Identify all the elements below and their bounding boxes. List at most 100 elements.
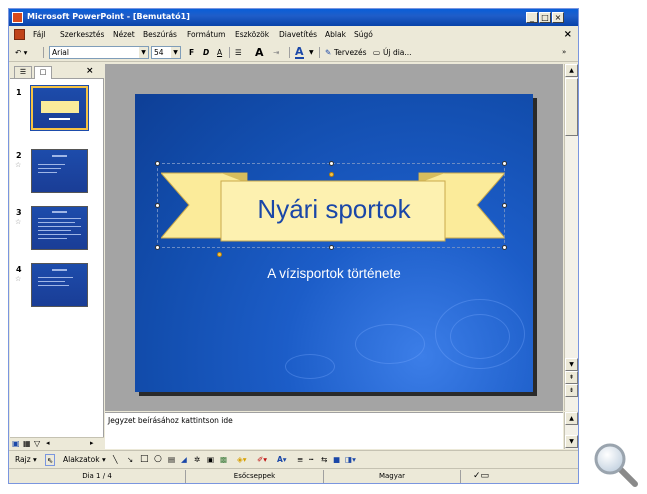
scroll-down-icon[interactable]: ▼ <box>565 435 578 448</box>
new-slide-button[interactable]: Új dia... <box>383 46 412 59</box>
resize-handle[interactable] <box>155 161 160 166</box>
scroll-up-icon[interactable]: ▲ <box>565 64 578 77</box>
adjust-handle[interactable] <box>329 172 334 177</box>
3d-style-icon[interactable]: ◨▾ <box>345 454 356 465</box>
oval-tool-icon[interactable]: ○ <box>154 454 162 465</box>
rectangle-tool-icon[interactable]: □ <box>140 454 149 465</box>
toolbar-separator <box>229 47 230 58</box>
thumbnail-line <box>38 285 69 286</box>
normal-view-icon[interactable]: ▣ <box>12 439 20 448</box>
magnifier-icon[interactable] <box>591 440 641 490</box>
underline-button[interactable]: A <box>217 46 222 59</box>
font-color-icon[interactable]: A▾ <box>277 454 287 465</box>
autoshapes-menu-button[interactable]: Alakzatok ▾ <box>63 454 106 465</box>
close-button[interactable]: × <box>552 12 564 23</box>
menu-tools[interactable]: Eszközök <box>235 30 269 39</box>
draw-menu-button[interactable]: Rajz ▾ <box>15 454 37 465</box>
arrow-style-icon[interactable]: ⇆ <box>321 454 327 465</box>
clipart-tool-icon[interactable]: ▣ <box>207 454 214 465</box>
slide-subtitle[interactable]: A vízisportok története <box>135 266 533 281</box>
picture-tool-icon[interactable]: ▩ <box>220 454 227 465</box>
menu-slideshow[interactable]: Diavetítés <box>279 30 317 39</box>
indent-button[interactable]: ⇥ <box>273 46 279 59</box>
new-slide-icon[interactable]: ▭ <box>373 46 380 59</box>
menu-help[interactable]: Súgó <box>354 30 373 39</box>
shadow-style-icon[interactable]: ■ <box>333 454 340 465</box>
design-button[interactable]: Tervezés <box>334 46 367 59</box>
chevron-down-icon[interactable]: ▼ <box>309 46 314 59</box>
vertical-scrollbar[interactable]: ▲ ▼ ⇞ ⇟ <box>564 64 578 411</box>
menu-file[interactable]: Fájl <box>33 30 45 39</box>
document-close-icon[interactable]: × <box>564 29 572 40</box>
menu-edit[interactable]: Szerkesztés <box>60 30 104 39</box>
scroll-up-icon[interactable]: ▲ <box>565 412 578 425</box>
resize-handle[interactable] <box>155 245 160 250</box>
slide-thumbnail-1[interactable] <box>30 85 89 131</box>
undo-button[interactable]: ↶ ▾ <box>15 46 27 59</box>
increase-font-button[interactable]: A <box>255 46 264 59</box>
thumbnail-line <box>38 218 81 219</box>
notes-placeholder[interactable]: Jegyzet beírásához kattintson ide <box>108 416 233 425</box>
water-ripple <box>285 354 335 379</box>
scroll-down-icon[interactable]: ▼ <box>565 358 578 371</box>
thumbnail-line <box>38 281 65 282</box>
slide-title[interactable]: Nyári sportok <box>221 184 447 234</box>
font-size-select[interactable]: 54 ▼ <box>151 46 181 59</box>
scrollbar-thumb[interactable] <box>565 78 578 136</box>
restore-button[interactable]: □ <box>539 12 551 23</box>
resize-handle[interactable] <box>502 245 507 250</box>
notes-pane[interactable]: Jegyzet beírásához kattintson ide <box>105 412 563 449</box>
next-slide-icon[interactable]: ⇟ <box>565 384 578 397</box>
powerpoint-app-icon <box>12 12 23 23</box>
notes-scrollbar[interactable]: ▲ ▼ <box>564 412 578 449</box>
scroll-right-icon[interactable]: ▸ <box>90 439 94 447</box>
line-tool-icon[interactable]: ╲ <box>113 454 118 465</box>
resize-handle[interactable] <box>502 203 507 208</box>
dash-style-icon[interactable]: ┅ <box>309 454 314 465</box>
wordart-tool-icon[interactable]: ◢ <box>181 454 187 465</box>
bold-button[interactable]: F <box>189 46 194 59</box>
tab-slides[interactable]: □ <box>34 66 52 79</box>
font-color-button[interactable]: A <box>295 46 304 59</box>
menu-insert[interactable]: Beszúrás <box>143 30 177 39</box>
slide-thumbnail-3[interactable] <box>31 206 88 250</box>
menu-window[interactable]: Ablak <box>325 30 346 39</box>
chevron-down-icon[interactable]: ▼ <box>171 47 180 58</box>
textbox-tool-icon[interactable]: ▤ <box>168 454 175 465</box>
chevron-down-icon[interactable]: ▼ <box>139 47 148 58</box>
slide-sorter-icon[interactable]: ▦ <box>23 439 31 448</box>
resize-handle[interactable] <box>155 203 160 208</box>
menu-view[interactable]: Nézet <box>113 30 135 39</box>
status-slide-info: Dia 1 / 4 <box>82 472 112 480</box>
bullet-list-button[interactable]: ☰ <box>235 46 242 59</box>
scroll-left-icon[interactable]: ◂ <box>46 439 50 447</box>
spelling-check-icon[interactable]: ✓▭ <box>461 471 501 482</box>
slide-thumbnail-2[interactable] <box>31 149 88 193</box>
resize-handle[interactable] <box>329 245 334 250</box>
thumbnail-line <box>52 269 67 271</box>
resize-handle[interactable] <box>329 161 334 166</box>
font-name-select[interactable]: Arial ▼ <box>49 46 149 59</box>
adjust-handle[interactable] <box>217 252 222 257</box>
toolbar-options-icon[interactable]: » <box>562 46 566 59</box>
previous-slide-icon[interactable]: ⇞ <box>565 371 578 384</box>
fill-color-icon[interactable]: ◈▾ <box>237 454 247 465</box>
select-pointer-icon[interactable]: ⇖ <box>45 454 56 466</box>
minimize-button[interactable]: _ <box>526 12 538 23</box>
tab-outline[interactable]: ☰ <box>14 66 32 78</box>
design-icon[interactable]: ✎ <box>325 46 331 59</box>
line-style-icon[interactable]: ≡ <box>297 454 303 465</box>
document-icon[interactable] <box>14 29 25 40</box>
slideshow-icon[interactable]: ▽ <box>34 439 40 448</box>
pane-close-icon[interactable]: × <box>86 66 94 76</box>
diagram-tool-icon[interactable]: ✲ <box>194 454 200 465</box>
slide-thumbnail-4[interactable] <box>31 263 88 307</box>
line-color-icon[interactable]: ✐▾ <box>257 454 267 465</box>
italic-button[interactable]: D <box>203 46 209 59</box>
slide-canvas[interactable]: Nyári sportok A vízisportok története <box>135 94 533 392</box>
arrow-tool-icon[interactable]: ↘ <box>127 454 133 465</box>
menu-format[interactable]: Formátum <box>187 30 226 39</box>
resize-handle[interactable] <box>502 161 507 166</box>
window-title: Microsoft PowerPoint - [Bemutató1] <box>27 12 190 21</box>
thumbnail-line <box>38 172 57 173</box>
